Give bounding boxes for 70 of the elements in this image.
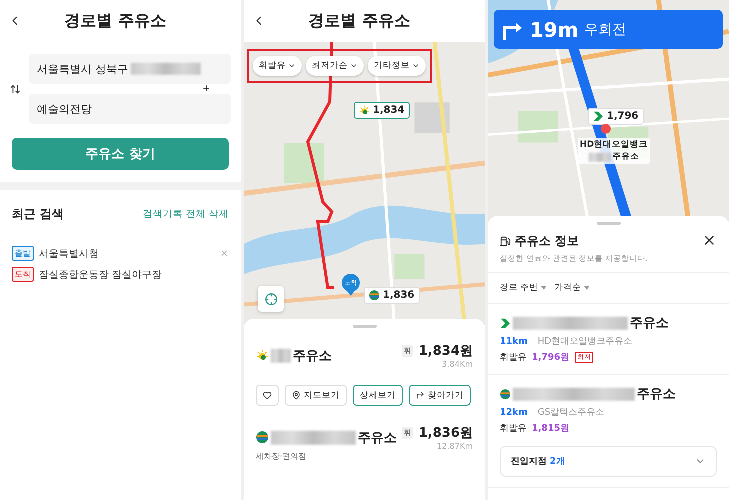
recent-place[interactable]: 잠실종합운동장 잠실야구장 — [39, 270, 162, 280]
price-pin[interactable]: 1,796 — [588, 108, 644, 125]
fuel-type: 휘발유 — [500, 423, 527, 435]
redacted-text — [588, 152, 611, 162]
redacted-text — [130, 63, 200, 75]
close-icon[interactable] — [702, 233, 717, 248]
triangle-down-icon — [584, 286, 590, 290]
price-pin[interactable]: 1,836 — [364, 287, 420, 304]
crosshair-icon — [264, 292, 278, 306]
sort-dropdown[interactable]: 경로 주변 — [500, 282, 547, 294]
map-pin-icon — [292, 391, 301, 400]
chevron-logo-icon — [500, 318, 511, 328]
section-title: 최근 검색 — [12, 206, 64, 223]
turn-arrow-icon — [416, 391, 425, 400]
station-name: 주유소 — [358, 430, 397, 446]
locate-button[interactable] — [258, 286, 284, 312]
station-name: 주유소 — [637, 386, 676, 403]
brand-name: HD현대오일뱅크주유소 — [538, 336, 633, 348]
sheet-title: 주유소 정보 — [515, 233, 580, 250]
distance: 12km — [500, 408, 528, 418]
striped-circle-logo-icon — [256, 431, 269, 444]
pin-pointer-icon — [347, 291, 355, 296]
address-field[interactable]: 서울특별시 성북구 — [29, 54, 231, 84]
chevron-logo-icon — [593, 111, 604, 122]
filter-dropdown[interactable]: 최저가순 — [306, 56, 364, 76]
distance: 3.84Km — [442, 360, 473, 369]
filter-dropdown[interactable]: 기타정보 — [368, 56, 426, 76]
striped-circle-logo-icon — [369, 290, 380, 301]
recent-place[interactable]: 서울특별시청 — [39, 248, 99, 260]
directions-button[interactable]: 찾아가기 — [409, 385, 471, 406]
price: 1,834원 — [418, 343, 473, 360]
place-tag: 출발 — [12, 246, 34, 261]
page-title: 경로별 주유소 — [308, 10, 412, 32]
entry-points-dropdown[interactable]: 진입지점 2개 — [500, 446, 717, 477]
amenities: 세차장·편의점 — [256, 451, 308, 462]
distance: 11km — [500, 336, 528, 346]
turn-instruction: 우회전 — [584, 20, 627, 38]
add-icon[interactable] — [202, 84, 211, 93]
sort-dropdown[interactable]: 가격순 — [554, 282, 590, 294]
station-name: 주유소 — [630, 315, 669, 332]
price: 1,836원 — [418, 425, 473, 442]
heart-icon — [263, 391, 272, 400]
map-button[interactable]: 지도보기 — [285, 385, 347, 406]
price: 1,815원 — [532, 423, 570, 435]
turn-distance: 19m — [530, 18, 579, 42]
station-name: 주유소 — [293, 348, 332, 364]
fuel-type: 휘발유 — [500, 352, 527, 364]
price: 1,796원 — [532, 352, 570, 364]
chevron-down-icon — [288, 62, 296, 70]
fuel-pump-icon — [500, 236, 511, 247]
sun-logo-icon — [359, 105, 370, 116]
striped-circle-logo-icon — [500, 388, 511, 400]
station-marker-icon — [601, 124, 611, 134]
redacted-text — [271, 348, 291, 362]
swap-icon[interactable] — [10, 84, 21, 94]
address-field[interactable]: 예술의전당 — [29, 94, 231, 124]
sun-logo-icon — [256, 349, 269, 362]
detail-button[interactable]: 상세보기 — [353, 385, 403, 406]
price-pin[interactable]: 1,834 — [354, 102, 410, 119]
brand-name: GS칼텍스주유소 — [538, 407, 605, 419]
page-title: 경로별 주유소 — [64, 10, 168, 32]
favorite-button[interactable] — [256, 385, 279, 406]
triangle-down-icon — [540, 286, 547, 290]
chevron-down-icon — [350, 62, 358, 70]
distance: 12.87Km — [437, 442, 473, 451]
marker-label: HD현대오일뱅크 — [580, 139, 648, 151]
filter-dropdown[interactable]: 휘발유 — [253, 56, 302, 76]
place-tag: 도착 — [12, 267, 34, 282]
marker-label: 주유소 — [612, 151, 640, 163]
chevron-down-icon — [412, 62, 420, 70]
